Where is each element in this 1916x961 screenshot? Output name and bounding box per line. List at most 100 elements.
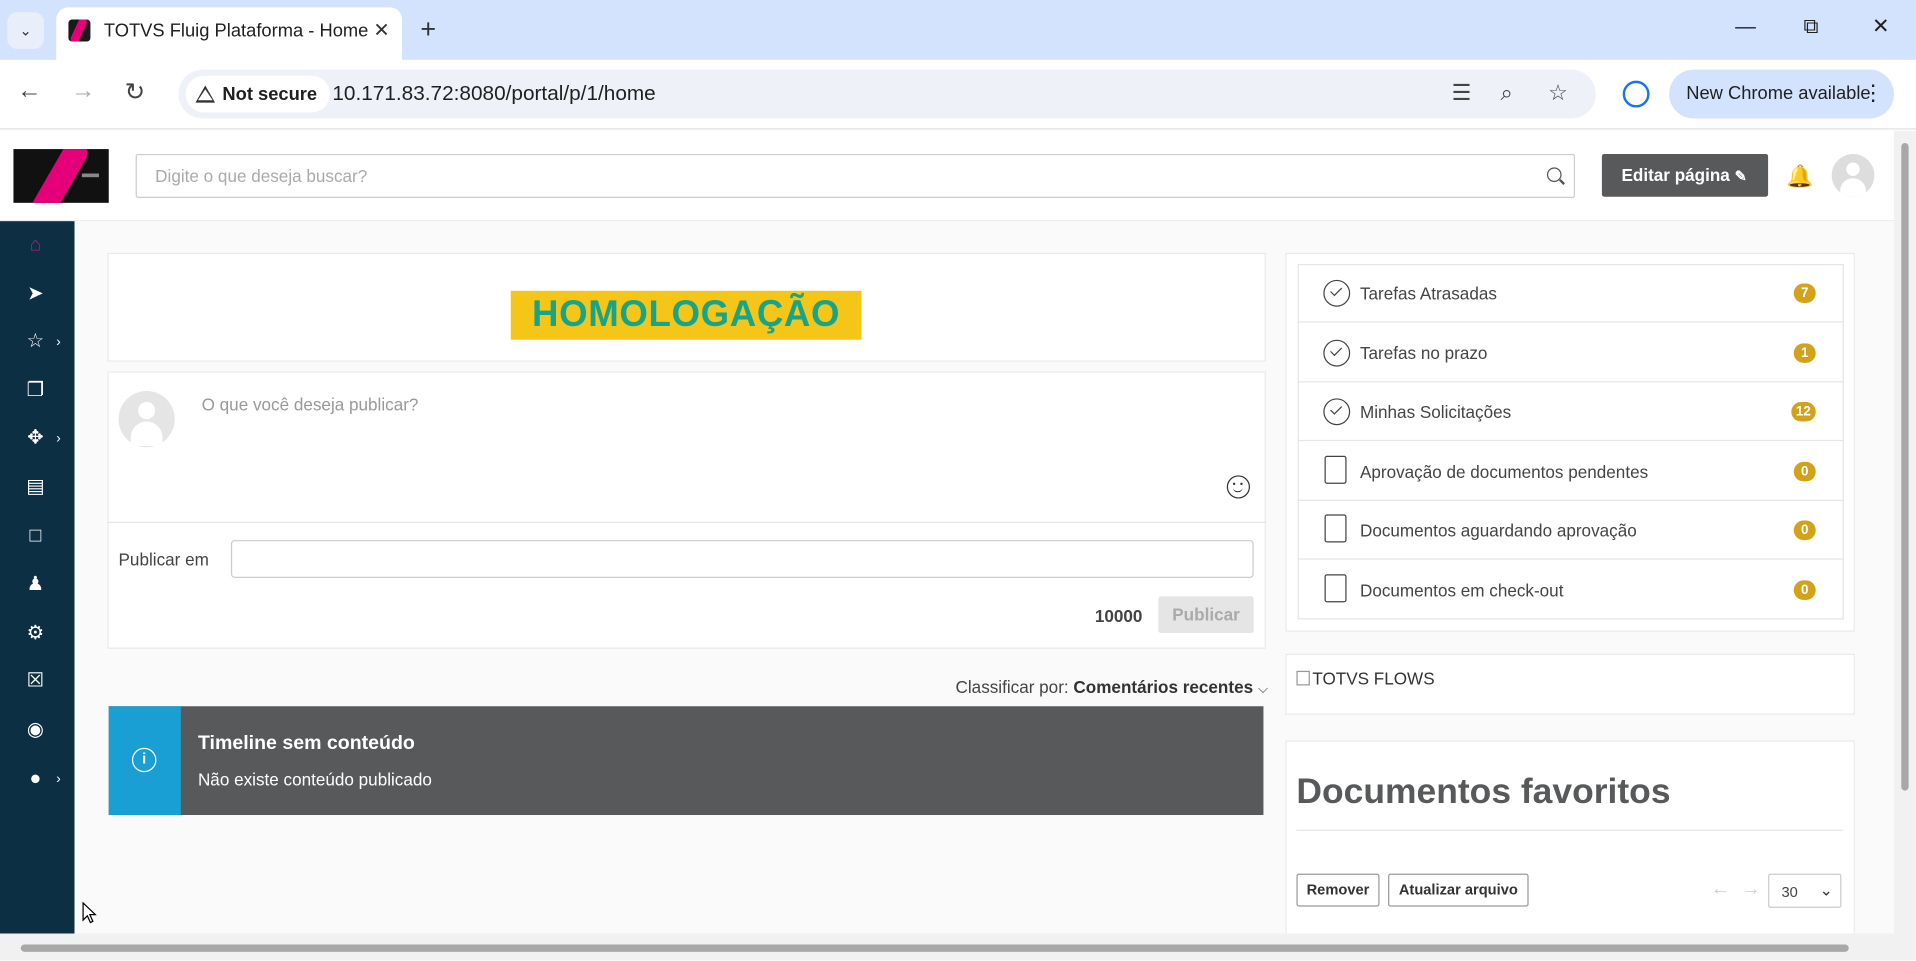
fire-icon: ◉ [26,719,44,741]
emoji-icon[interactable] [1226,475,1251,499]
edit-page-label: Editar página [1621,164,1730,185]
users-icon: ♟ [26,574,45,596]
chevron-right-icon: › [56,334,61,350]
alert-title: Timeline sem conteúdo [197,733,415,754]
vertical-scroll-thumb[interactable] [1901,142,1909,791]
close-window-icon[interactable]: ✕ [1872,15,1889,39]
task-row-pending-approval[interactable]: Aprovação de documentos pendentes 0 [1297,442,1844,501]
sidebar-item-fluig[interactable]: ◉ [0,706,75,755]
not-secure-chip[interactable]: Not secure [185,75,330,113]
chrome-update-button[interactable]: New Chrome available ⋮ [1669,69,1894,119]
totvs-flows-image[interactable]: TOTVS FLOWS [1296,668,1435,688]
sidebar-item-pages[interactable]: ▤ [0,463,75,512]
page-size-select[interactable]: 30 ⌄ [1768,873,1842,908]
edit-icon: ✎ [1734,167,1747,185]
bell-icon[interactable]: 🔔 [1786,164,1813,190]
sort-control[interactable]: Classificar por: Comentários recentes ⌵ [956,677,1269,698]
favorites-title: Documentos favoritos [1296,772,1671,812]
horizontal-scrollbar[interactable] [0,933,1916,961]
edit-page-button[interactable]: Editar página ✎ [1601,153,1769,197]
remove-button[interactable]: Remover [1296,873,1380,907]
sidebar-item-documents[interactable]: ❐ [0,367,75,416]
restore-icon[interactable]: ⧉ [1804,15,1819,39]
globe-icon: ● [29,768,42,790]
task-label: Tarefas Atrasadas [1359,283,1497,304]
next-page-icon[interactable]: → [1741,879,1761,901]
sidebar-item-communities[interactable]: □ [0,512,75,561]
horizontal-scroll-thumb[interactable] [20,944,1849,952]
chevron-right-icon: › [56,772,61,787]
minimize-icon[interactable]: — [1735,15,1756,39]
alert-icon-column: i [108,706,181,816]
mouse-cursor-icon [82,901,97,924]
address-bar[interactable]: Not secure 10.171.83.72:8080/portal/p/1/… [178,69,1596,119]
count-badge: 12 [1790,402,1816,422]
sidebar-item-global[interactable]: ● › [0,755,75,804]
task-label: Tarefas no prazo [1359,343,1488,363]
task-row-on-time[interactable]: Tarefas no prazo 1 [1297,324,1844,383]
warning-icon [195,85,216,103]
clock-check-icon [1323,339,1351,367]
task-row-awaiting-approval[interactable]: Documentos aguardando aprovação 0 [1297,501,1844,560]
new-tab-button[interactable]: + [420,14,436,44]
close-tab-icon[interactable]: ✕ [373,18,389,42]
search-input[interactable] [136,155,1481,197]
forward-icon[interactable]: → [71,77,95,105]
sidebar-item-settings[interactable]: ⚙ [0,610,75,659]
post-textarea[interactable]: O que você deseja publicar? [202,395,419,415]
task-row-my-requests[interactable]: Minhas Solicitações 12 [1297,382,1844,442]
not-secure-label: Not secure [222,83,318,105]
task-label: Documentos aguardando aprovação [1359,520,1637,541]
sidebar-item-getting-started[interactable]: ➤ [0,270,75,319]
sidebar-item-home[interactable]: ⌂ [0,221,75,270]
count-badge: 0 [1793,580,1816,600]
profile-icon[interactable] [1622,80,1650,108]
chevron-right-icon: › [56,431,61,446]
task-label: Documentos em check-out [1359,580,1564,600]
sidebar-item-users[interactable]: ♟ [0,561,75,610]
task-row-checkout[interactable]: Documentos em check-out 0 [1298,561,1844,620]
bookmark-star-icon[interactable]: ☆ [1548,81,1568,107]
count-badge: 1 [1793,343,1816,363]
alert-message: Não existe conteúdo publicado [197,769,432,790]
home-icon: ⌂ [29,234,42,256]
search-icon[interactable] [1546,167,1562,183]
fluig-logo[interactable] [13,149,109,203]
reload-icon[interactable]: ↻ [125,77,145,108]
gear-icon: ⚙ [26,623,45,644]
prev-page-icon[interactable]: ← [1711,879,1731,901]
url-text[interactable]: 10.171.83.72:8080/portal/p/1/home [332,82,655,106]
chat-icon: □ [29,525,42,547]
translate-icon[interactable]: ☰ [1452,81,1472,107]
browser-tab-strip: ⌄ TOTVS Fluig Plataforma - Home ✕ + — ⧉ … [0,0,1916,60]
sidebar-item-trash[interactable]: ☒ [0,657,75,706]
process-icon: ✥ [27,427,44,449]
chevron-down-icon: ⌄ [19,21,32,40]
monitor-icon: ▤ [26,476,45,498]
chevron-down-icon: ⌄ [1819,880,1833,900]
task-label: Aprovação de documentos pendentes [1359,461,1649,482]
back-icon[interactable]: ← [17,77,41,105]
kebab-menu-icon[interactable]: ⋮ [1862,82,1884,104]
zoom-icon[interactable]: ⌕ [1500,81,1512,107]
sidebar-item-favorites[interactable]: ☆ › [0,318,75,367]
info-icon: i [131,747,157,773]
user-avatar[interactable] [1831,153,1875,197]
vertical-scrollbar[interactable] [1893,130,1916,934]
publish-in-field[interactable] [230,540,1254,578]
browser-toolbar: ← → ↻ Not secure 10.171.83.72:8080/porta… [0,59,1916,130]
publish-button[interactable]: Publicar [1158,596,1254,633]
broken-image-icon [1296,670,1310,686]
count-badge: 7 [1793,283,1816,304]
task-row-late[interactable]: Tarefas Atrasadas 7 [1297,264,1844,323]
page-size-value: 30 [1781,883,1798,901]
clock-check-icon [1323,279,1351,307]
tab-title: TOTVS Fluig Plataforma - Home [103,20,369,42]
tab-search-button[interactable]: ⌄ [7,12,44,49]
flows-alt-text: TOTVS FLOWS [1312,668,1435,688]
update-file-button[interactable]: Atualizar arquivo [1388,873,1529,907]
star-icon: ☆ [26,331,45,352]
user-clock-icon [1323,398,1351,426]
sidebar-item-processes[interactable]: ✥ › [0,414,75,463]
browser-tab[interactable]: TOTVS Fluig Plataforma - Home ✕ [56,7,403,60]
